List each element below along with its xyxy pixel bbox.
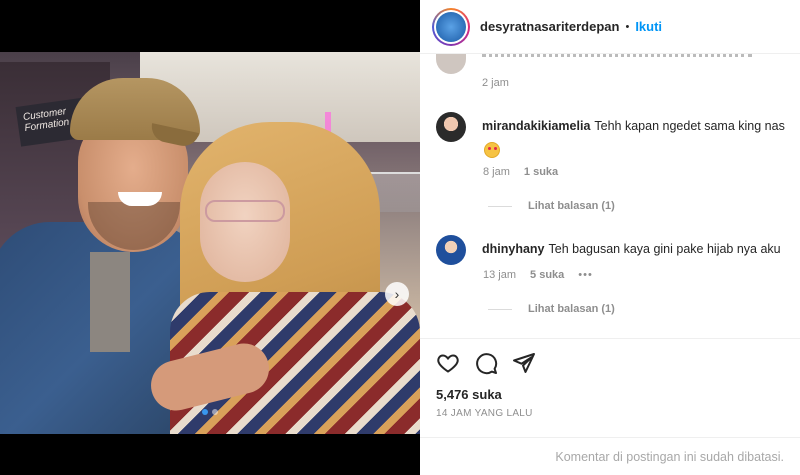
comment-text: Teh bagusan kaya gini pake hijab nya aku: [548, 242, 781, 256]
post-side-panel: desyratnasariterdepan • Ikuti 2 jam mira…: [420, 0, 800, 475]
more-options-icon[interactable]: •••: [578, 269, 593, 281]
comment-body: mirandakikiamelia Tehh kapan ngedet sama …: [482, 119, 785, 133]
comment-username[interactable]: mirandakikiamelia: [482, 119, 590, 133]
post-username[interactable]: desyratnasariterdepan: [480, 19, 619, 34]
action-icons: [436, 351, 784, 375]
heart-icon[interactable]: [436, 351, 460, 375]
comment-text-partial: [482, 54, 752, 60]
post-timestamp: 14 JAM YANG LALU: [436, 408, 533, 419]
view-replies-button[interactable]: Lihat balasan (1): [488, 303, 615, 315]
comments-limited-notice: Komentar di postingan ini sudah dibatasi…: [420, 437, 800, 475]
photo-woman-glasses: [205, 200, 285, 222]
follow-button[interactable]: Ikuti: [635, 19, 662, 34]
comment-likes[interactable]: 5 suka: [530, 269, 564, 281]
comment-time: 8 jam: [483, 166, 510, 178]
comment-avatar-partial: [436, 54, 466, 74]
avatar[interactable]: [432, 7, 470, 46]
comment-time: 2 jam: [482, 77, 509, 89]
chevron-right-icon[interactable]: ›: [385, 282, 409, 306]
avatar-image: [436, 11, 466, 42]
carousel-dots: [0, 409, 420, 415]
carousel-dot: [212, 409, 218, 415]
post-media: Customer Formation ›: [0, 0, 420, 475]
post-header: desyratnasariterdepan • Ikuti: [420, 0, 800, 54]
comment-username[interactable]: dhinyhany: [482, 242, 545, 256]
header-separator: •: [625, 20, 630, 33]
carousel-dot-active: [202, 409, 208, 415]
comment-meta: 13 jam 5 suka •••: [483, 269, 593, 281]
comment-avatar[interactable]: [436, 112, 466, 142]
comment-likes[interactable]: 1 suka: [524, 166, 558, 178]
photo-man-shirt: [90, 252, 130, 352]
view-replies-button[interactable]: Lihat balasan (1): [488, 200, 615, 212]
likes-count[interactable]: 5,476 suka: [436, 387, 784, 402]
comment-icon[interactable]: [474, 351, 498, 375]
photo-woman-face: [200, 162, 290, 282]
share-icon[interactable]: [512, 351, 536, 375]
star-struck-emoji-icon: [484, 142, 500, 158]
comment-meta: 8 jam 1 suka: [483, 166, 558, 178]
comment-body: dhinyhany Teh bagusan kaya gini pake hija…: [482, 242, 781, 256]
comment-time: 13 jam: [483, 269, 517, 281]
comment-text: Tehh kapan ngedet sama king nas: [594, 119, 785, 133]
comments-list[interactable]: 2 jam mirandakikiamelia Tehh kapan ngedet…: [420, 54, 800, 338]
post-actions: 5,476 suka 14 JAM YANG LALU: [420, 338, 800, 419]
comment-avatar[interactable]: [436, 235, 466, 265]
post-photo[interactable]: Customer Formation ›: [0, 52, 420, 434]
